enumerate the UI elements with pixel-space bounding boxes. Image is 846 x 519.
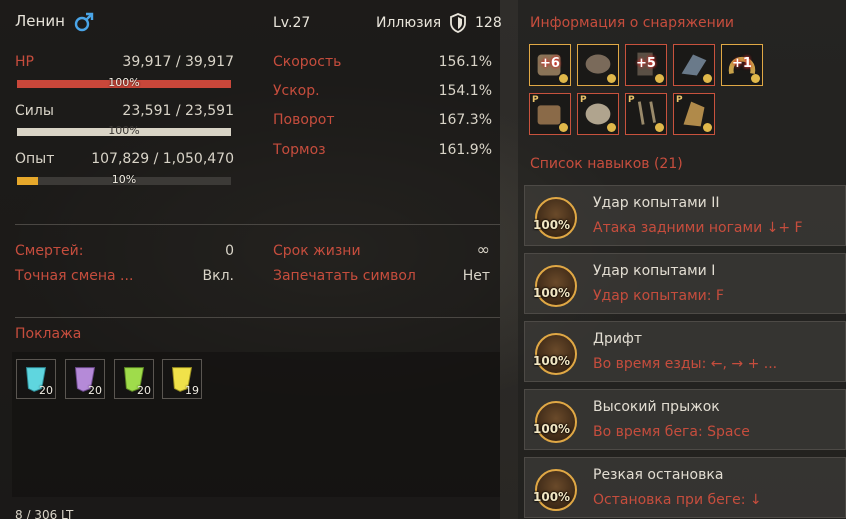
cargo-count: 20 — [39, 384, 53, 397]
divider — [15, 224, 500, 225]
outfit-slot-armor[interactable]: P — [577, 93, 619, 135]
coin-icon — [559, 123, 568, 132]
skill-mastery: 100% — [533, 286, 571, 300]
cargo-title: Поклажа — [15, 326, 82, 342]
stamina-value: 23,591 / 23,591 — [122, 103, 234, 119]
skill-mastery: 100% — [533, 490, 571, 504]
skills-title: Список навыков (21) — [530, 156, 683, 172]
brake-label: Тормоз — [273, 142, 326, 158]
skill-description: Во время езды: ←, → + ... — [593, 356, 778, 372]
premium-badge: P — [532, 95, 539, 105]
cargo-slot[interactable]: 20 — [65, 359, 105, 399]
acceleration-value: 154.1% — [438, 83, 492, 99]
hp-label: HP — [15, 54, 34, 70]
skill-name: Резкая остановка — [593, 467, 724, 483]
seal-symbol-value: Нет — [462, 268, 490, 284]
coin-icon — [559, 74, 568, 83]
exp-percent: 10% — [111, 173, 137, 186]
illusion-value: 128 — [475, 15, 502, 31]
equipment-slot-horseshoe[interactable]: +1 — [721, 44, 763, 86]
hp-percent: 100% — [108, 76, 140, 89]
speed-label: Скорость — [273, 54, 342, 70]
turning-value: 167.3% — [438, 112, 492, 128]
brake-value: 161.9% — [438, 142, 492, 158]
equipment-slot-stirrups[interactable]: +5 — [625, 44, 667, 86]
cargo-count: 20 — [137, 384, 151, 397]
horse-name: Ленин — [15, 12, 65, 30]
shield-icon — [450, 13, 466, 33]
seal-symbol-label: Запечатать символ — [273, 268, 416, 284]
turning-label: Поворот — [273, 112, 335, 128]
cargo-count: 19 — [185, 384, 199, 397]
enhance-level: +6 — [540, 56, 560, 71]
premium-badge: P — [676, 95, 683, 105]
exp-value: 107,829 / 1,050,470 — [91, 151, 234, 167]
skill-mastery: 100% — [533, 354, 571, 368]
enhance-level: +5 — [636, 56, 656, 71]
skill-name: Удар копытами II — [593, 195, 720, 211]
horse-level: Lv.27 — [273, 15, 311, 31]
skill-item[interactable]: 100% Удар копытами II Атака задними нога… — [524, 185, 846, 246]
lifespan-label: Срок жизни — [273, 243, 361, 259]
cargo-slot[interactable]: 19 — [162, 359, 202, 399]
coin-icon — [655, 123, 664, 132]
skill-name: Высокий прыжок — [593, 399, 720, 415]
coin-icon — [703, 74, 712, 83]
equipment-slot-barding[interactable] — [673, 44, 715, 86]
enhance-level: +1 — [732, 56, 752, 71]
cargo-slot[interactable]: 20 — [114, 359, 154, 399]
deaths-value: 0 — [225, 243, 234, 259]
skill-description: Удар копытами: F — [593, 288, 724, 304]
equipment-slot-armor[interactable] — [577, 44, 619, 86]
coin-icon — [607, 74, 616, 83]
hp-value: 39,917 / 39,917 — [122, 54, 234, 70]
skill-mastery: 100% — [533, 218, 571, 232]
coin-icon — [751, 74, 760, 83]
skill-item[interactable]: 100% Высокий прыжок Во время бега: Space — [524, 389, 846, 450]
coin-icon — [703, 123, 712, 132]
coin-icon — [607, 123, 616, 132]
acceleration-label: Ускор. — [273, 83, 320, 99]
skill-item[interactable]: 100% Дрифт Во время езды: ←, → + ... — [524, 321, 846, 382]
exp-label: Опыт — [15, 151, 55, 167]
deaths-label: Смертей: — [15, 243, 84, 259]
speed-value: 156.1% — [438, 54, 492, 70]
skill-item[interactable]: 100% Удар копытами I Удар копытами: F — [524, 253, 846, 314]
cargo-count: 20 — [88, 384, 102, 397]
lifespan-value: ∞ — [476, 240, 490, 259]
skill-name: Удар копытами I — [593, 263, 716, 279]
outfit-slot-saddle[interactable]: P — [529, 93, 571, 135]
precise-change-value: Вкл. — [202, 268, 234, 284]
stamina-label: Силы — [15, 103, 54, 119]
equipment-title: Информация о снаряжении — [530, 15, 735, 31]
cargo-weight: 8 / 306 LT — [15, 508, 74, 519]
outfit-slot-stirrups[interactable]: P — [625, 93, 667, 135]
divider — [15, 317, 500, 318]
skill-description: Атака задними ногами ↓+ F — [593, 220, 803, 236]
illusion-label: Иллюзия — [376, 15, 442, 31]
skill-description: Во время бега: Space — [593, 424, 750, 440]
equipment-slot-saddle[interactable]: +6 — [529, 44, 571, 86]
stamina-percent: 100% — [108, 124, 140, 137]
outfit-slot-head[interactable]: P — [673, 93, 715, 135]
male-symbol-icon — [74, 12, 94, 32]
skill-description: Остановка при беге: ↓ — [593, 492, 762, 508]
coin-icon — [655, 74, 664, 83]
skill-mastery: 100% — [533, 422, 571, 436]
premium-badge: P — [628, 95, 635, 105]
skill-item[interactable]: 100% Резкая остановка Остановка при беге… — [524, 457, 846, 518]
premium-badge: P — [580, 95, 587, 105]
skill-name: Дрифт — [593, 331, 643, 347]
precise-change-label[interactable]: Точная смена ... — [15, 268, 133, 284]
cargo-slot[interactable]: 20 — [16, 359, 56, 399]
